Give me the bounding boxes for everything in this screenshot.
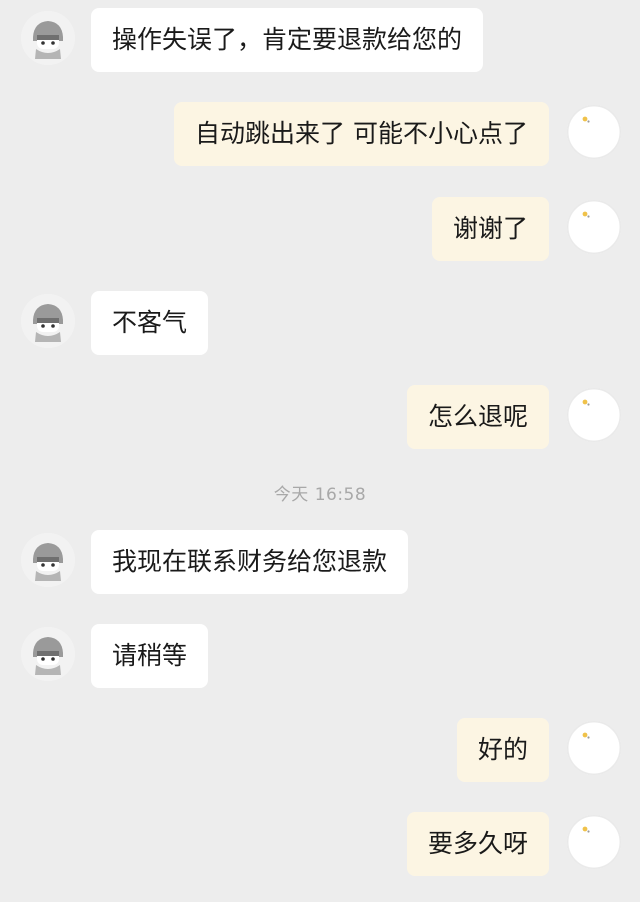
message-bubble[interactable]: 怎么退呢 [406,385,549,449]
agent-avatar-icon[interactable] [21,533,75,587]
message-bubble[interactable]: 谢谢了 [431,197,549,261]
message-row: 好的 [0,718,640,784]
message-bubble[interactable]: 好的 [456,718,549,782]
message-row: 请稍等 [0,624,640,690]
agent-avatar-icon[interactable] [21,11,75,65]
user-avatar-icon[interactable] [567,200,621,254]
agent-avatar-icon[interactable] [21,294,75,348]
user-avatar-icon[interactable] [567,388,621,442]
user-avatar-icon[interactable] [567,105,621,159]
message-bubble[interactable]: 我现在联系财务给您退款 [91,530,409,594]
message-bubble[interactable]: 自动跳出来了 可能不小心点了 [174,102,549,166]
timestamp: 今天 16:58 [273,485,367,505]
message-row: 要多久呀 [0,812,640,878]
message-bubble[interactable]: 请稍等 [91,624,209,688]
message-row: 怎么退呢 [0,385,640,451]
chat-view: 操作失误了，肯定要退款给您的 自动跳出来了 可能不小心点了 谢谢了 不客气 怎么… [0,0,640,902]
message-row: 谢谢了 [0,197,640,263]
message-row: 不客气 [0,291,640,357]
message-bubble[interactable]: 操作失误了，肯定要退款给您的 [91,8,484,72]
message-bubble[interactable]: 要多久呀 [406,812,549,876]
message-row: 操作失误了，肯定要退款给您的 [0,8,640,74]
message-row: 自动跳出来了 可能不小心点了 [0,102,640,168]
user-avatar-icon[interactable] [567,721,621,775]
message-row: 我现在联系财务给您退款 [0,530,640,596]
message-bubble[interactable]: 不客气 [91,291,209,355]
agent-avatar-icon[interactable] [21,627,75,681]
user-avatar-icon[interactable] [567,815,621,869]
